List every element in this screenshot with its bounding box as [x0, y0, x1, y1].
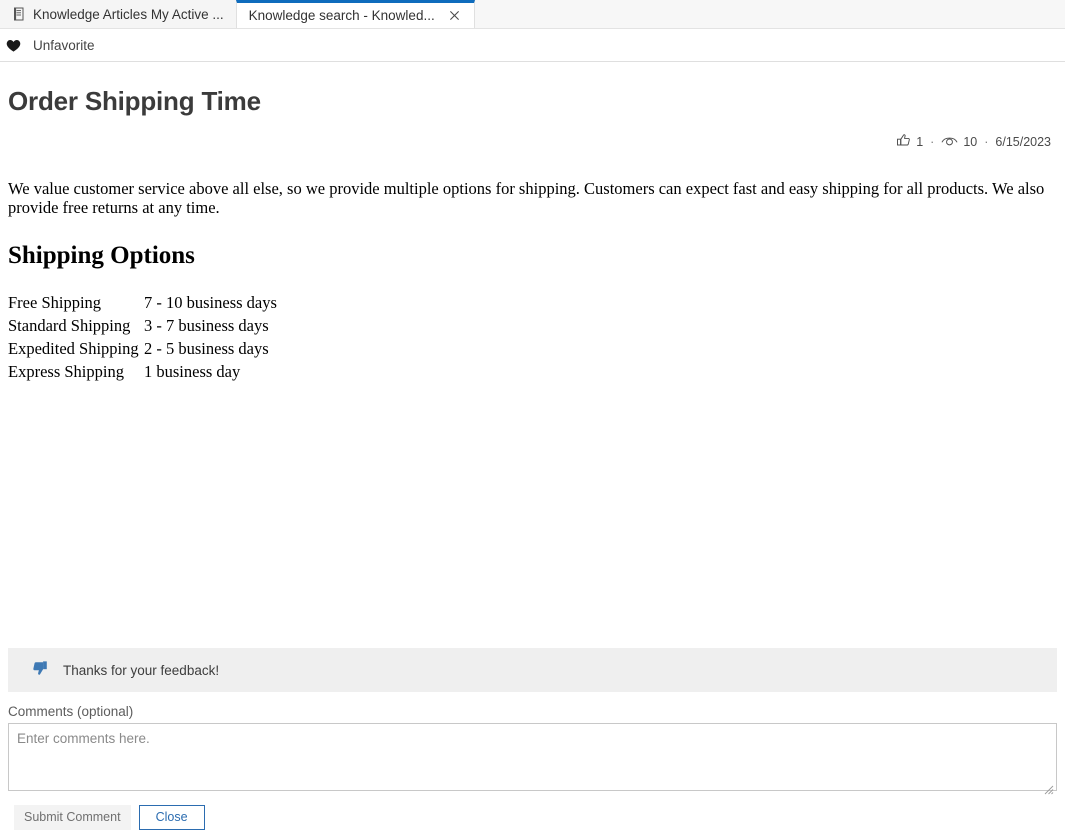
heart-filled-icon[interactable] — [4, 36, 22, 54]
feedback-button-row: Submit Comment Close — [0, 796, 1065, 838]
thumbs-down-filled-icon — [30, 658, 49, 682]
tab-strip-empty-area — [475, 0, 1065, 28]
table-row: Standard Shipping 3 - 7 business days — [8, 315, 277, 338]
browser-tab-label: Knowledge search - Knowled... — [249, 8, 435, 23]
article-container: Order Shipping Time 1 · 10 · 6/15/2023 — [0, 86, 1065, 384]
meta-separator: · — [983, 135, 989, 149]
view-count: 10 — [963, 135, 977, 149]
shipping-option-duration: 2 - 5 business days — [144, 338, 277, 361]
feedback-message-bar: Thanks for your feedback! — [8, 648, 1057, 692]
close-button[interactable]: Close — [139, 805, 205, 830]
submit-comment-button[interactable]: Submit Comment — [14, 805, 131, 830]
shipping-option-name: Expedited Shipping — [8, 338, 144, 361]
page-title: Order Shipping Time — [8, 86, 1057, 117]
comment-input[interactable] — [8, 723, 1057, 791]
close-icon[interactable] — [448, 9, 462, 23]
article-body-paragraph: We value customer service above all else… — [8, 179, 1057, 218]
eye-icon — [941, 134, 958, 151]
browser-tab-label: Knowledge Articles My Active ... — [33, 7, 224, 22]
section-heading-shipping-options: Shipping Options — [8, 242, 1057, 270]
article-date: 6/15/2023 — [995, 135, 1051, 149]
browser-tab-strip: Knowledge Articles My Active ... Knowled… — [0, 0, 1065, 29]
table-row: Expedited Shipping 2 - 5 business days — [8, 338, 277, 361]
document-icon — [12, 7, 26, 21]
table-row: Express Shipping 1 business day — [8, 361, 277, 384]
feedback-message: Thanks for your feedback! — [63, 663, 219, 678]
like-count-group[interactable]: 1 — [896, 133, 923, 151]
browser-tab-knowledge-articles[interactable]: Knowledge Articles My Active ... — [0, 0, 236, 28]
like-count: 1 — [916, 135, 923, 149]
article-meta-row: 1 · 10 · 6/15/2023 — [8, 133, 1057, 151]
shipping-option-duration: 1 business day — [144, 361, 277, 384]
comments-label: Comments (optional) — [0, 692, 1065, 723]
shipping-option-name: Free Shipping — [8, 292, 144, 315]
shipping-option-duration: 3 - 7 business days — [144, 315, 277, 338]
shipping-option-name: Standard Shipping — [8, 315, 144, 338]
comment-input-wrapper — [0, 723, 1065, 796]
thumbs-up-icon — [896, 133, 911, 151]
shipping-option-name: Express Shipping — [8, 361, 144, 384]
table-row: Free Shipping 7 - 10 business days — [8, 292, 277, 315]
favorite-bar: Unfavorite — [0, 29, 1065, 62]
shipping-option-duration: 7 - 10 business days — [144, 292, 277, 315]
shipping-options-table: Free Shipping 7 - 10 business days Stand… — [8, 292, 277, 384]
browser-tab-knowledge-search[interactable]: Knowledge search - Knowled... — [236, 0, 475, 28]
view-count-group: 10 — [941, 134, 977, 151]
unfavorite-button[interactable]: Unfavorite — [33, 38, 95, 53]
feedback-panel: Thanks for your feedback! Comments (opti… — [0, 648, 1065, 838]
meta-separator: · — [929, 135, 935, 149]
